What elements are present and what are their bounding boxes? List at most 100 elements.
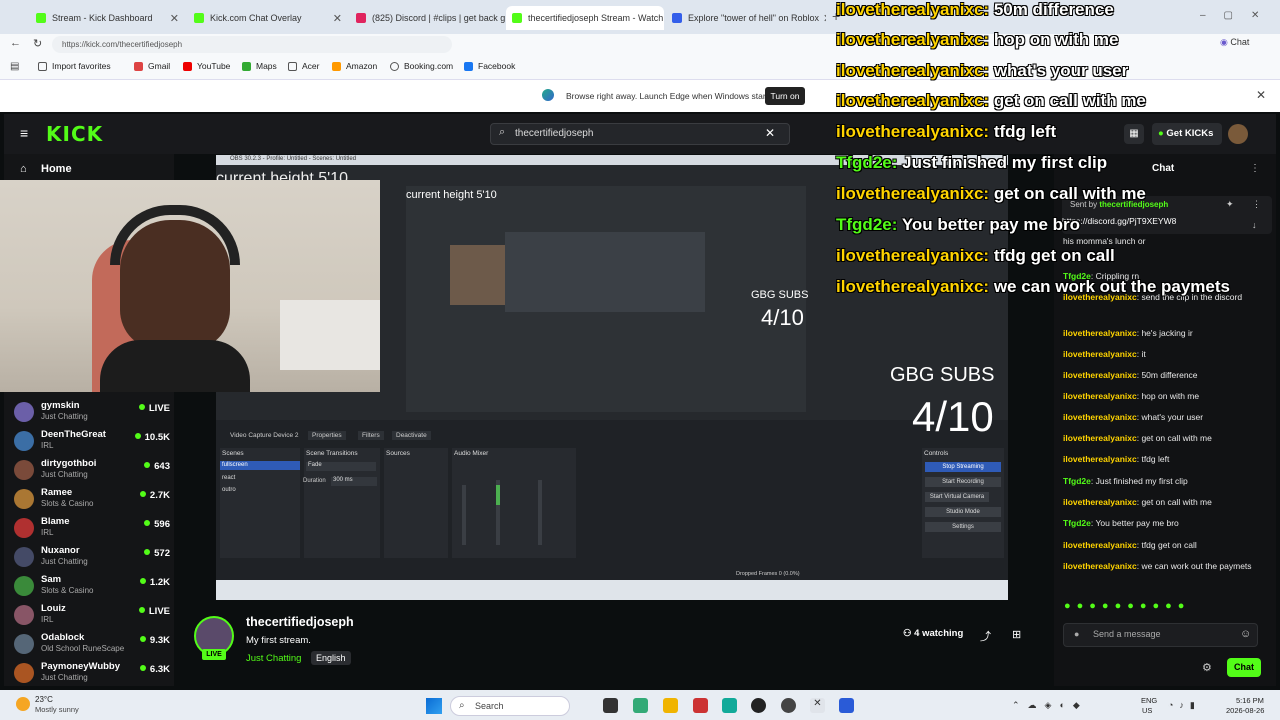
fav-maps[interactable]: Maps (242, 61, 277, 71)
url-input[interactable]: https://kick.com/thecertifiedjoseph (52, 36, 452, 53)
close-icon[interactable]: ✕ (166, 12, 179, 25)
clear-search-icon[interactable]: ✕ (765, 126, 775, 140)
obs-settings-button[interactable]: Settings (925, 522, 1001, 532)
obs-virtual-camera-button[interactable]: Start Virtual Camera (925, 492, 989, 502)
stream-category[interactable]: Just Chatting (246, 653, 301, 664)
fav-amazon[interactable]: Amazon (332, 61, 377, 71)
gear-icon[interactable]: ⚙ (1202, 661, 1212, 674)
emote-bar[interactable]: ●●●●●●●●●● (1064, 600, 1190, 612)
windows-start-icon[interactable] (426, 698, 442, 714)
chat-username[interactable]: ilovetherealyanixc (1063, 328, 1137, 338)
edge-icon[interactable] (722, 698, 737, 713)
obs-duration-input[interactable]: 300 ms (331, 477, 377, 486)
more-icon[interactable]: ⋮ (1252, 199, 1261, 210)
obs-filters-button[interactable]: Filters (358, 431, 384, 440)
menu-icon[interactable]: ▤ (10, 61, 19, 72)
tray-icons[interactable]: ⌃☁◈◐◆ (1012, 700, 1088, 711)
clock-time[interactable]: 5:16 PM (1236, 696, 1264, 705)
channel-name[interactable]: thecertifiedjoseph (246, 615, 354, 629)
mail-icon[interactable] (693, 698, 708, 713)
sidebar-channel[interactable]: dirtygothboi Just Chatting 643 (14, 456, 174, 485)
obs-stop-streaming-button[interactable]: Stop Streaming (925, 462, 1001, 472)
obs-icon[interactable] (751, 698, 766, 713)
search-input[interactable]: thecertifiedjoseph (490, 123, 790, 145)
get-kicks-button[interactable]: ● Get KICKs (1152, 123, 1222, 145)
overlay-text: 50m difference (993, 0, 1114, 19)
viewer-count: 6.3K (140, 664, 170, 675)
file-explorer-icon[interactable] (663, 698, 678, 713)
task-view-icon[interactable] (603, 698, 618, 713)
sidebar-channel[interactable]: DeenTheGreat IRL 10.5K (14, 427, 174, 456)
chat-username[interactable]: ilovetherealyanixc (1063, 391, 1137, 401)
chat-username[interactable]: ilovetherealyanixc (1063, 412, 1137, 422)
pin-icon[interactable]: ✦ (1226, 199, 1234, 210)
tab-kick-stream[interactable]: thecertifiedjoseph Stream - Watch✕ (506, 6, 664, 30)
chat-emote-icon[interactable]: ● (1074, 629, 1079, 639)
tab-roblox[interactable]: Explore "tower of hell" on Roblox✕ (666, 6, 826, 30)
obs-scene-item[interactable]: outro (222, 487, 236, 493)
obs-studio-mode-button[interactable]: Studio Mode (925, 507, 1001, 517)
chat-username[interactable]: Tfgd2e (1063, 476, 1091, 486)
chat-settings-icon[interactable]: ⋮ (1250, 163, 1260, 174)
wallet-icon[interactable]: ▦ (1124, 124, 1144, 144)
sidebar-channel[interactable]: Nuxanor Just Chatting 572 (14, 543, 174, 572)
chat-username[interactable]: ilovetherealyanixc (1063, 540, 1137, 550)
close-icon[interactable]: ✕ (819, 12, 826, 25)
tab-kick-dashboard[interactable]: Stream - Kick Dashboard ✕ (30, 6, 185, 30)
obs-scene-item[interactable]: fullscreen (222, 462, 248, 468)
fav-booking[interactable]: Booking.com (390, 61, 453, 71)
chat-username[interactable]: ilovetherealyanixc (1063, 349, 1137, 359)
back-icon[interactable]: ← (10, 37, 21, 49)
language-tag[interactable]: English (311, 651, 351, 665)
sidebar-channel[interactable]: PaymoneyWubby Just Chatting 6.3K (14, 659, 174, 688)
close-icon[interactable]: ✕ (663, 12, 664, 25)
taskbar-search[interactable] (450, 696, 570, 716)
chat-send-button[interactable]: Chat (1227, 658, 1261, 677)
obs-scene-item[interactable]: react (222, 475, 235, 481)
chat-username[interactable]: ilovetherealyanixc (1063, 454, 1137, 464)
hamburger-icon[interactable]: ≡ (20, 125, 28, 141)
fav-facebook[interactable]: Facebook (464, 61, 515, 71)
obs-deactivate-button[interactable]: Deactivate (392, 431, 431, 440)
obs-transition-select[interactable]: Fade (306, 462, 376, 471)
theater-icon[interactable]: ⊞ (1012, 628, 1021, 641)
chat-username[interactable]: ilovetherealyanixc (1063, 497, 1137, 507)
chat-username[interactable]: ilovetherealyanixc (1063, 433, 1137, 443)
sidebar-channel[interactable]: Sam Slots & Casino 1.2K (14, 572, 174, 601)
fav-import[interactable]: Import favorites (38, 61, 111, 71)
close-icon[interactable]: ✕ (329, 12, 342, 25)
share-icon[interactable]: ⤴ (980, 628, 991, 644)
emoji-icon[interactable]: ☺ (1240, 628, 1251, 640)
sidebar-home[interactable]: Home (41, 163, 72, 175)
tab-discord[interactable]: (825) Discord | #clips | get back ga✕ (350, 6, 505, 30)
sidebar-channel[interactable]: Odablock Old School RuneScape 9.3K (14, 630, 174, 659)
obs-start-recording-button[interactable]: Start Recording (925, 477, 1001, 487)
sidebar-channel[interactable]: Blame IRL 596 (14, 514, 174, 543)
language-indicator[interactable]: ENG (1141, 696, 1157, 705)
sidebar-channel[interactable]: gymskin Just Chatting LIVE (14, 398, 174, 427)
chat-username[interactable]: ilovetherealyanixc (1063, 561, 1137, 571)
chat-username[interactable]: ilovetherealyanixc (1063, 370, 1137, 380)
sidebar-channel[interactable]: Louiz IRL LIVE (14, 601, 174, 630)
chat-username[interactable]: Tfgd2e (1063, 518, 1091, 528)
refresh-icon[interactable]: ↻ (33, 37, 42, 50)
sidebar-channel[interactable]: Ramee Slots & Casino 2.7K (14, 485, 174, 514)
tab-chat-overlay[interactable]: Kick.com Chat Overlay ✕ (188, 6, 348, 30)
app-icon[interactable] (839, 698, 854, 713)
copilot-button[interactable]: ◉ Chat (1220, 37, 1249, 48)
expand-icon[interactable]: ↓ (1252, 220, 1257, 230)
copilot-icon[interactable] (633, 698, 648, 713)
close-app-icon[interactable]: ✕ (810, 698, 825, 713)
fav-acer[interactable]: Acer (288, 61, 319, 71)
chrome-icon[interactable] (781, 698, 796, 713)
obs-properties-button[interactable]: Properties (308, 431, 346, 440)
fav-gmail[interactable]: Gmail (134, 61, 170, 71)
kick-logo[interactable]: KICK (46, 122, 103, 146)
window-controls[interactable]: –▢✕ (1200, 10, 1277, 21)
nested-height-label: current height 5'10 (406, 189, 497, 201)
close-info-icon[interactable]: ✕ (1256, 88, 1266, 102)
turn-on-button[interactable]: Turn on (765, 87, 805, 105)
avatar[interactable] (1228, 124, 1248, 144)
network-volume-icons[interactable]: ◔♪▮ (1168, 700, 1201, 711)
fav-youtube[interactable]: YouTube (183, 61, 230, 71)
